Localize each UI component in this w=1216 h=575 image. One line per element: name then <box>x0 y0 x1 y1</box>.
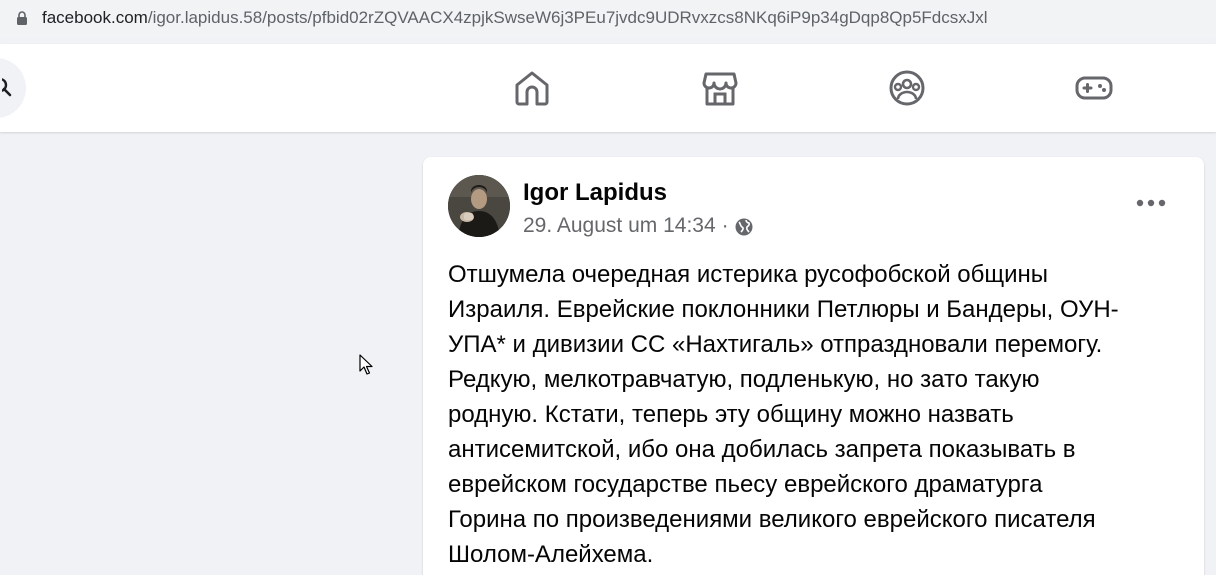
post-timestamp[interactable]: 29. August um 14:34 <box>523 214 716 238</box>
avatar-photo <box>448 175 510 237</box>
more-horizontal-icon <box>1136 199 1166 207</box>
globe-icon[interactable] <box>734 217 754 237</box>
url-path: /igor.lapidus.58/posts/pfbid02rZQVAACX4z… <box>147 8 988 27</box>
post-text: Отшумела очередная истерика русофобской … <box>448 261 1119 568</box>
facebook-top-navigation <box>0 44 1216 132</box>
post-card: Igor Lapidus 29. August um 14:34 · Отшум… <box>423 157 1204 575</box>
url-host: facebook.com <box>42 8 148 27</box>
post-meta: 29. August um 14:34 · <box>523 214 754 238</box>
marketplace-icon[interactable] <box>698 66 742 110</box>
lock-icon[interactable] <box>16 11 28 26</box>
author-name[interactable]: Igor Lapidus <box>523 179 667 207</box>
home-icon[interactable] <box>510 66 554 110</box>
browser-address-bar[interactable]: facebook.com/igor.lapidus.58/posts/pfbid… <box>0 0 1216 38</box>
url-text[interactable]: facebook.com/igor.lapidus.58/posts/pfbid… <box>42 8 988 28</box>
mouse-cursor-icon <box>359 354 373 375</box>
gaming-icon[interactable] <box>1072 66 1116 110</box>
avatar[interactable] <box>448 175 510 237</box>
search-icon[interactable] <box>2 78 14 98</box>
groups-icon[interactable] <box>885 66 929 110</box>
more-options-button[interactable] <box>1131 187 1171 219</box>
meta-separator: · <box>721 214 729 237</box>
